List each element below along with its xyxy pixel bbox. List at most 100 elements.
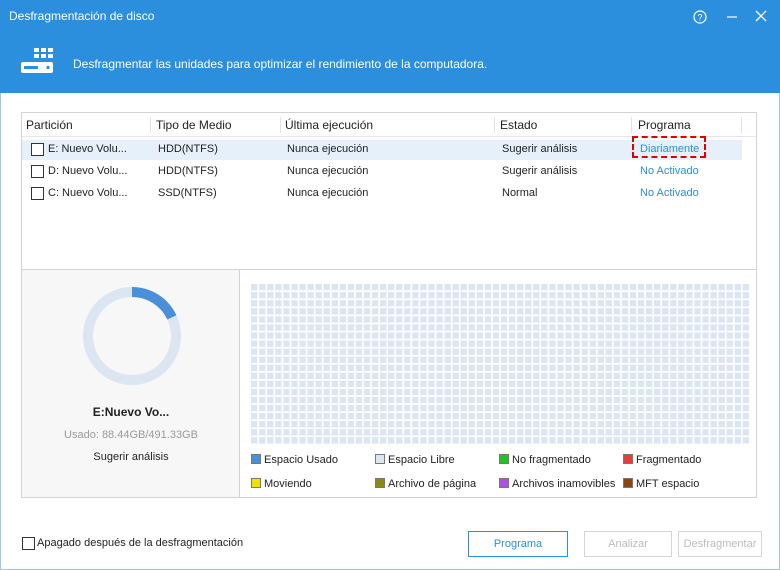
cluster-block — [428, 340, 435, 347]
cluster-block — [637, 372, 645, 380]
cluster-block — [710, 308, 717, 315]
cluster-block — [508, 429, 516, 436]
cluster-block — [613, 292, 621, 299]
cluster-block — [388, 388, 395, 396]
cluster-block — [299, 437, 306, 444]
row-checkbox[interactable] — [31, 143, 44, 156]
cluster-block — [275, 308, 282, 315]
cluster-block — [371, 372, 379, 380]
cluster-block — [452, 324, 459, 331]
table-row[interactable]: C: Nuevo Volu... SSD(NTFS) Nunca ejecuci… — [22, 184, 756, 204]
cluster-block — [678, 340, 685, 347]
cluster-block — [404, 388, 411, 396]
column-tipo-medio[interactable]: Tipo de Medio — [156, 118, 232, 132]
cluster-block — [726, 412, 733, 420]
cluster-block — [468, 404, 476, 412]
cluster-block — [275, 332, 282, 339]
cluster-block — [267, 284, 274, 291]
cluster-block — [654, 284, 661, 291]
cluster-block — [565, 364, 572, 371]
cluster-block — [331, 356, 338, 363]
table-row[interactable]: D: Nuevo Volu... HDD(NTFS) Nunca ejecuci… — [22, 162, 756, 182]
cluster-block — [726, 437, 733, 444]
cluster-block — [541, 340, 548, 347]
cluster-block — [589, 404, 596, 412]
cluster-block — [516, 437, 524, 444]
cluster-block — [355, 316, 363, 323]
close-icon[interactable] — [750, 6, 772, 28]
cluster-block — [678, 380, 685, 388]
cluster-block — [307, 316, 314, 323]
cluster-block — [428, 404, 435, 412]
row-checkbox[interactable] — [31, 165, 44, 178]
schedule-link[interactable]: No Activado — [640, 187, 699, 199]
cluster-block — [654, 308, 661, 315]
cluster-block — [404, 348, 411, 355]
cluster-block — [379, 396, 387, 404]
legend-item: Fragmentado — [623, 454, 701, 466]
column-programa[interactable]: Programa — [638, 118, 691, 132]
cluster-block — [428, 292, 435, 299]
shutdown-label[interactable]: Apagado después de la desfragmentación — [37, 537, 243, 549]
cluster-block — [500, 429, 508, 436]
cluster-block — [436, 356, 443, 363]
cluster-block — [541, 348, 548, 355]
cluster-block — [355, 396, 363, 404]
cluster-block — [637, 324, 645, 331]
cluster-block — [645, 380, 653, 388]
schedule-button[interactable]: Programa — [468, 531, 568, 557]
cluster-block — [718, 340, 725, 347]
cluster-block — [347, 348, 355, 355]
column-divider — [150, 117, 151, 133]
cluster-block — [516, 429, 524, 436]
shutdown-checkbox[interactable] — [22, 537, 35, 550]
cluster-block — [291, 300, 298, 307]
cluster-block — [613, 284, 621, 291]
column-ultima-ejecucion[interactable]: Última ejecución — [285, 118, 373, 132]
cluster-block — [645, 404, 653, 412]
cluster-block — [307, 388, 314, 396]
row-checkbox[interactable] — [31, 187, 44, 200]
cluster-block — [452, 437, 459, 444]
minimize-icon[interactable] — [721, 6, 743, 28]
cluster-block — [267, 340, 274, 347]
schedule-link[interactable]: No Activado — [640, 165, 699, 177]
cluster-block — [339, 372, 347, 380]
cluster-block — [500, 284, 508, 291]
cluster-block — [283, 396, 290, 404]
cluster-block — [718, 284, 725, 291]
cluster-block — [307, 364, 314, 371]
cluster-block — [396, 437, 403, 444]
cluster-block — [428, 348, 435, 355]
cluster-block — [742, 284, 750, 291]
cluster-block — [702, 412, 709, 420]
cluster-block — [267, 421, 274, 428]
cluster-block — [613, 437, 621, 444]
cluster-block — [363, 372, 371, 380]
cluster-block — [686, 340, 693, 347]
cluster-block — [379, 300, 387, 307]
cluster-block — [460, 364, 467, 371]
cluster-block — [742, 380, 750, 388]
cluster-block — [581, 380, 588, 388]
column-estado[interactable]: Estado — [500, 118, 537, 132]
cluster-block — [670, 372, 677, 380]
cluster-block — [259, 437, 266, 444]
cluster-block — [670, 364, 677, 371]
cluster-block — [629, 364, 637, 371]
cluster-block — [267, 388, 274, 396]
cluster-block — [686, 421, 693, 428]
cluster-block — [259, 348, 266, 355]
defragment-button[interactable]: Desfragmentar — [678, 531, 762, 557]
cluster-block — [259, 284, 266, 291]
cluster-block — [412, 292, 419, 299]
cluster-block — [597, 292, 604, 299]
cluster-block — [452, 388, 459, 396]
cluster-block — [702, 300, 709, 307]
help-icon[interactable]: ? — [689, 6, 711, 28]
cluster-block — [412, 429, 419, 436]
cluster-block — [525, 396, 532, 404]
cluster-block — [694, 404, 701, 412]
analyze-button[interactable]: Analizar — [584, 531, 672, 557]
column-particion[interactable]: Partición — [26, 118, 73, 132]
